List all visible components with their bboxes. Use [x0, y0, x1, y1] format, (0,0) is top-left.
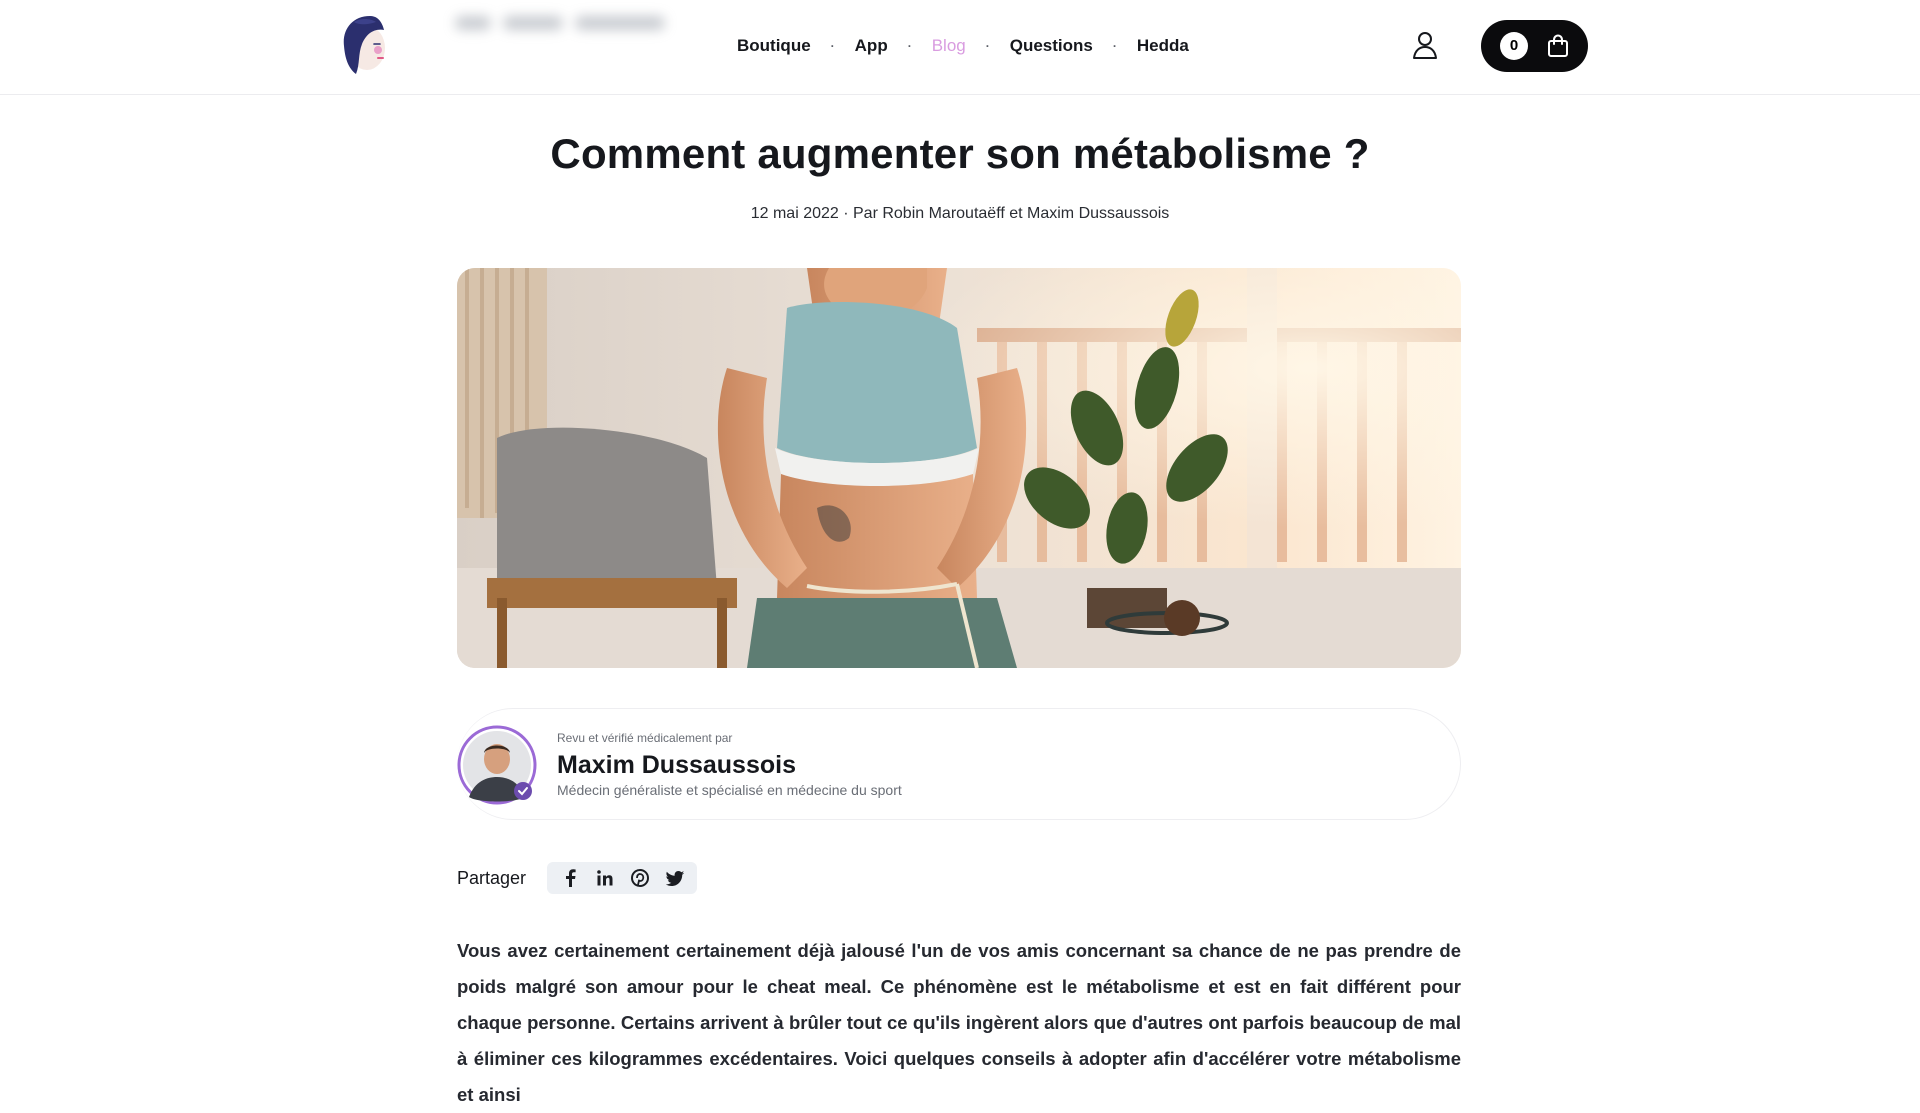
- nav-item-blog[interactable]: Blog: [932, 36, 966, 56]
- main-nav: Boutique · App · Blog · Questions · Hedd…: [737, 36, 1189, 56]
- cart-count-badge: 0: [1500, 32, 1528, 60]
- woman-measuring-waist-photo: [457, 268, 1461, 668]
- nav-item-boutique[interactable]: Boutique: [737, 36, 811, 56]
- nav-item-hedda[interactable]: Hedda: [1137, 36, 1189, 56]
- share-bar: Partager: [457, 862, 698, 894]
- user-icon[interactable]: [1410, 30, 1440, 60]
- cart-button[interactable]: 0: [1481, 20, 1588, 72]
- linkedin-icon[interactable]: [594, 868, 615, 889]
- hero-image: [457, 268, 1461, 668]
- medical-reviewer-card: Revu et vérifié médicalement par Maxim D…: [457, 708, 1461, 820]
- shopping-bag-icon: [1548, 34, 1568, 57]
- pinterest-icon[interactable]: [629, 868, 650, 889]
- nav-item-questions[interactable]: Questions: [1010, 36, 1093, 56]
- twitter-icon[interactable]: [664, 868, 685, 889]
- blurred-breadcrumb: [455, 8, 705, 38]
- article-meta: 12 mai 2022 · Par Robin Maroutaëff et Ma…: [750, 205, 1170, 222]
- nav-separator: ·: [830, 39, 835, 53]
- facebook-icon[interactable]: [559, 868, 580, 889]
- article-title: Comment augmenter son métabolisme ?: [550, 130, 1370, 177]
- nav-item-app[interactable]: App: [855, 36, 888, 56]
- nav-separator: ·: [907, 39, 912, 53]
- reviewer-avatar: [457, 725, 537, 805]
- face-logo-icon[interactable]: [340, 14, 390, 76]
- reviewer-label: Revu et vérifié médicalement par: [557, 731, 733, 745]
- nav-separator: ·: [985, 39, 990, 53]
- site-header: Boutique · App · Blog · Questions · Hedd…: [0, 0, 1920, 95]
- reviewer-name[interactable]: Maxim Dussaussois: [557, 751, 796, 780]
- nav-separator: ·: [1112, 39, 1117, 53]
- share-buttons: [547, 862, 698, 894]
- share-label: Partager: [457, 867, 527, 888]
- article-intro-paragraph: Vous avez certainement certainement déjà…: [457, 940, 1461, 1105]
- reviewer-title: Médecin généraliste et spécialisé en méd…: [557, 782, 902, 798]
